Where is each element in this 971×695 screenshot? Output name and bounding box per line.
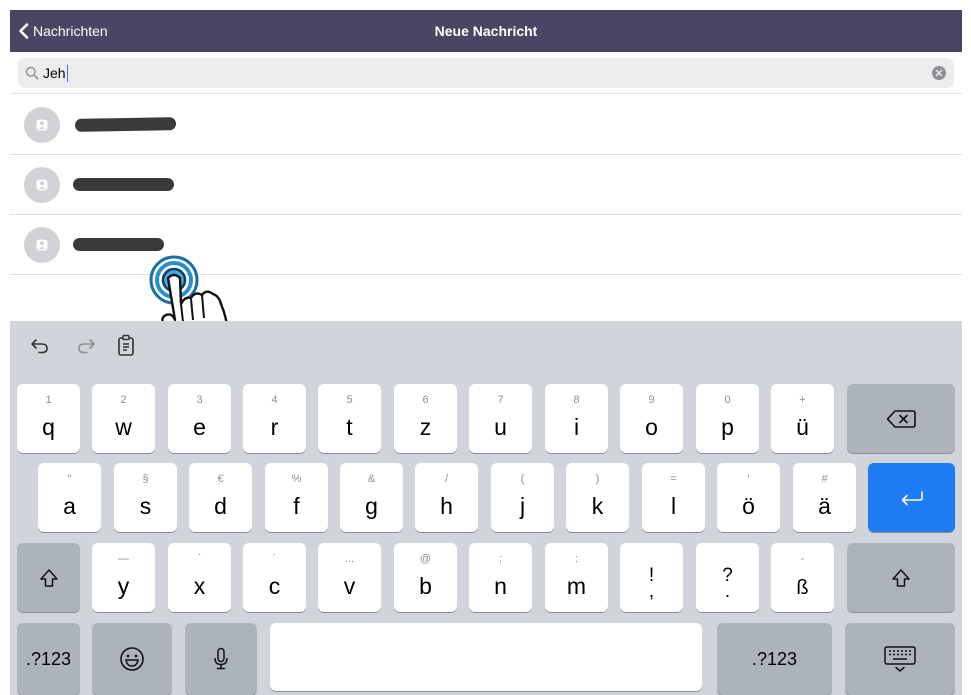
chevron-left-icon <box>19 23 29 39</box>
key-l[interactable]: = l <box>642 463 705 532</box>
contact-row[interactable] <box>10 155 962 215</box>
shift-icon <box>17 543 80 612</box>
return-key[interactable] <box>868 463 955 532</box>
key-v[interactable]: ... v <box>318 543 381 612</box>
key-ae[interactable]: # ä <box>793 463 856 532</box>
navigation-bar: Nachrichten Neue Nachricht <box>10 10 962 52</box>
key-u[interactable]: 7u <box>469 384 532 453</box>
dictation-key[interactable] <box>185 623 257 695</box>
person-icon <box>24 167 60 203</box>
back-button-label: Nachrichten <box>33 23 108 39</box>
key-i[interactable]: 8i <box>545 384 608 453</box>
key-oe[interactable]: ' ö <box>717 463 780 532</box>
emoji-key[interactable] <box>92 623 172 695</box>
redo-icon[interactable] <box>74 333 98 357</box>
backspace-icon <box>847 384 955 453</box>
key-e[interactable]: 3e <box>168 384 231 453</box>
search-icon <box>25 66 39 80</box>
return-icon <box>868 463 955 532</box>
key-g[interactable]: & g <box>340 463 403 532</box>
screen: Nachrichten Neue Nachricht Jeh 1 q 2 w 3… <box>0 0 971 695</box>
microphone-icon <box>185 623 257 695</box>
key-m[interactable]: :m <box>545 543 608 612</box>
numbers-key-left[interactable]: .?123 <box>17 623 80 695</box>
redacted-contact-name <box>73 238 164 251</box>
back-button[interactable]: Nachrichten <box>18 10 108 52</box>
key-b[interactable]: @ b <box>394 543 457 612</box>
space-bar[interactable] <box>270 623 702 691</box>
key-x[interactable]: ` x <box>168 543 231 612</box>
keyboard-dismiss-icon <box>845 623 955 695</box>
key-r[interactable]: 4r <box>243 384 306 453</box>
key-n[interactable]: ; n <box>469 543 532 612</box>
on-screen-keyboard: 1q 2w 3e 4r 5t 6z 7u 8i 9o 0p + ü " a § s €… <box>10 321 962 695</box>
clear-icon[interactable] <box>932 66 946 80</box>
key-t[interactable]: 5t <box>318 384 381 453</box>
keyboard-dismiss-key[interactable] <box>845 623 955 695</box>
key-s[interactable]: § s <box>114 463 177 532</box>
key-f[interactable]: % f <box>265 463 328 532</box>
key-q[interactable]: 1q <box>17 384 80 453</box>
redacted-contact-name <box>74 117 177 132</box>
person-icon <box>24 107 60 143</box>
numbers-key-right[interactable]: .?123 <box>717 623 832 695</box>
emoji-icon <box>92 623 172 695</box>
contact-suggestion-list <box>10 95 962 275</box>
paste-icon[interactable] <box>114 333 138 357</box>
key-sz[interactable]: -ß <box>771 543 834 612</box>
contact-row[interactable] <box>10 215 962 275</box>
shift-key-right[interactable] <box>847 543 955 612</box>
key-a[interactable]: " a <box>38 463 101 532</box>
search-input[interactable]: Jeh <box>43 65 66 81</box>
key-c[interactable]: ´ c <box>243 543 306 612</box>
shift-key-left[interactable] <box>17 543 80 612</box>
key-k[interactable]: ) k <box>566 463 629 532</box>
key-z[interactable]: 6z <box>394 384 457 453</box>
key-o[interactable]: 9o <box>620 384 683 453</box>
page-title: Neue Nachricht <box>434 23 538 39</box>
text-caret <box>66 64 69 82</box>
shift-icon <box>847 543 955 612</box>
key-exclaim-comma[interactable]: ! , <box>620 543 683 612</box>
key-ue[interactable]: + ü <box>771 384 834 453</box>
key-question-period[interactable]: ? . <box>696 543 759 612</box>
key-h[interactable]: / h <box>415 463 478 532</box>
key-y[interactable]: — y <box>92 543 155 612</box>
backspace-key[interactable] <box>847 384 955 453</box>
key-d[interactable]: € d <box>189 463 252 532</box>
key-w[interactable]: 2w <box>92 384 155 453</box>
search-bar[interactable]: Jeh <box>18 58 954 88</box>
undo-icon[interactable] <box>28 333 52 357</box>
contact-row[interactable] <box>10 95 962 155</box>
key-j[interactable]: (j <box>491 463 554 532</box>
key-p[interactable]: 0p <box>696 384 759 453</box>
person-icon <box>24 227 60 263</box>
redacted-contact-name <box>73 178 174 191</box>
search-section: Jeh <box>10 52 962 94</box>
